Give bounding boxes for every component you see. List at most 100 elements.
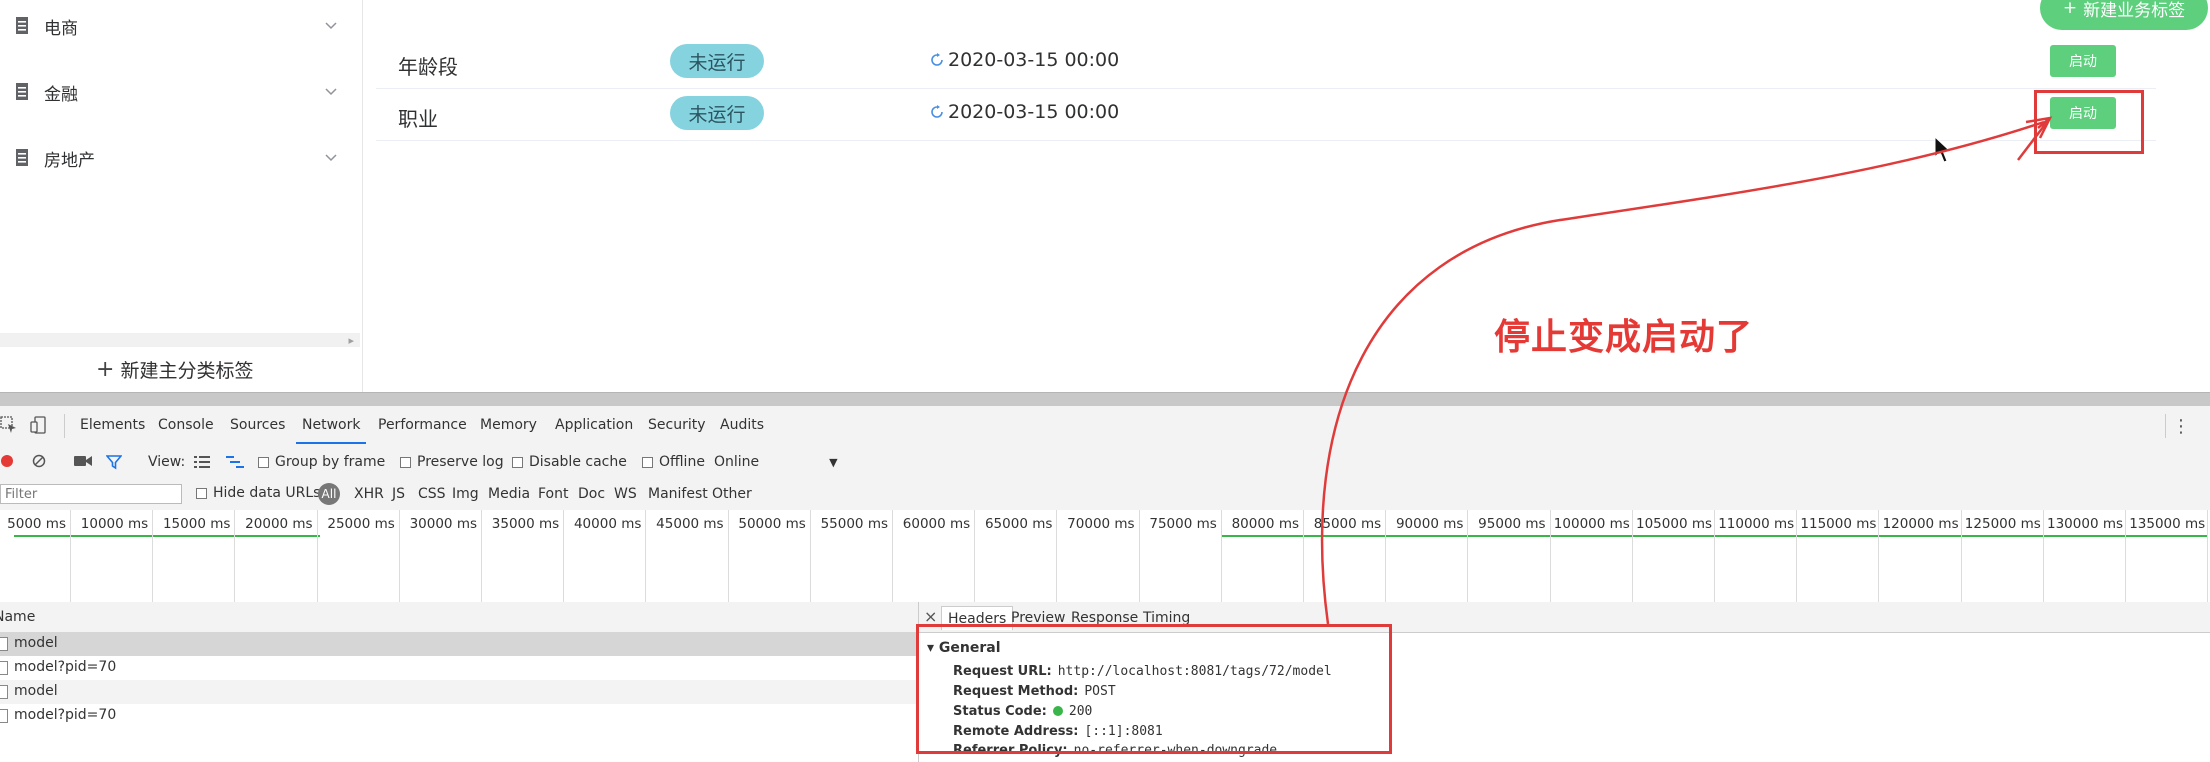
filter-icon[interactable] (106, 454, 122, 470)
filter-type-all[interactable]: All (318, 483, 340, 505)
timeline-activity-bar (1222, 535, 2208, 537)
file-icon (0, 685, 8, 699)
request-row[interactable]: model (0, 632, 918, 656)
timeline-tick-line (1467, 510, 1469, 602)
chevron-down-icon (325, 88, 337, 96)
tab-memory[interactable]: Memory (480, 417, 537, 433)
preserve-log-checkbox[interactable]: Preserve log (400, 454, 504, 470)
checkbox-box[interactable] (642, 456, 653, 468)
timeline-tick-line (2207, 510, 2209, 602)
toolbar-divider (2165, 414, 2166, 438)
more-options-icon[interactable]: ⋮ (2172, 416, 2190, 437)
document-icon (16, 83, 28, 100)
sidebar-item-label: 房地产 (44, 150, 95, 171)
tab-elements[interactable]: Elements (80, 417, 145, 433)
column-name-header[interactable]: Name (0, 609, 35, 625)
tab-security[interactable]: Security (648, 417, 706, 433)
file-icon (0, 661, 8, 675)
timeline-tick-line (398, 510, 400, 602)
filter-type-img[interactable]: Img (452, 486, 479, 502)
table-row: 职业 未运行 2020-03-15 00:00 启动 (376, 88, 2156, 141)
group-by-frame-checkbox[interactable]: Group by frame (258, 454, 385, 470)
hide-data-urls-checkbox[interactable]: Hide data URLs (196, 485, 320, 501)
timeline-tick-label: 135000 ms (2129, 516, 2206, 532)
request-list-header: Name (0, 602, 918, 633)
filter-type-js[interactable]: JS (392, 486, 405, 502)
timeline-tick-line (152, 510, 154, 602)
network-overview-timeline[interactable]: 5000 ms 10000 ms 15000 ms 20000 ms 25000 ms 3… (0, 510, 2210, 603)
plus-icon: + (96, 356, 115, 382)
timeline-tick-label: 65000 ms (984, 516, 1053, 532)
timeline-tick-label: 20000 ms (245, 516, 313, 532)
checkbox-box[interactable] (196, 487, 207, 499)
request-row[interactable]: model (0, 680, 918, 704)
filter-type-ws[interactable]: WS (614, 486, 637, 502)
mouse-cursor-icon (1934, 136, 1952, 163)
main-content: + 新建业务标签 年龄段 未运行 2020-03-15 00:00 启动 职业 … (362, 0, 2210, 392)
new-business-tag-label: 新建业务标签 (2083, 0, 2186, 21)
table-row: 年龄段 未运行 2020-03-15 00:00 启动 (376, 36, 2156, 89)
timeline-tick-label: 110000 ms (1718, 516, 1795, 532)
annotation-highlight-start-button (2034, 90, 2144, 154)
filter-type-doc[interactable]: Doc (578, 486, 605, 502)
tab-application[interactable]: Application (555, 417, 633, 433)
device-toolbar-icon[interactable] (30, 416, 48, 434)
timeline-tick-line (316, 510, 318, 602)
file-icon (0, 709, 8, 723)
document-icon (16, 17, 28, 34)
app-window: 电商 金融 房地产 ▸ + 新建主分类标签 + 新建业务标签 年龄段 未运行 2… (0, 0, 2210, 392)
checkbox-box[interactable] (258, 456, 269, 468)
new-main-category-button[interactable]: + 新建主分类标签 (96, 356, 253, 383)
network-toolbar: View: Group by frame Preserve log Disabl… (0, 446, 2210, 479)
offline-checkbox[interactable]: Offline (642, 454, 705, 470)
timeline-tick-line (809, 510, 811, 602)
devtools-resizer[interactable] (0, 392, 2210, 406)
scroll-right-icon[interactable]: ▸ (348, 334, 354, 347)
request-name: model?pid=70 (14, 659, 117, 675)
timeline-tick-label: 10000 ms (80, 516, 149, 532)
filter-type-css[interactable]: CSS (418, 486, 446, 502)
start-button[interactable]: 启动 (2050, 45, 2116, 77)
throttling-select[interactable]: Online ▼ (714, 454, 838, 470)
filter-type-xhr[interactable]: XHR (354, 486, 384, 502)
clear-icon[interactable] (32, 454, 46, 468)
new-main-category-label: 新建主分类标签 (120, 360, 254, 382)
tab-network[interactable]: Network (295, 417, 367, 444)
timeline-tick-label: 125000 ms (1964, 516, 2041, 532)
timeline-tick-label: 35000 ms (491, 516, 560, 532)
checkbox-box[interactable] (400, 456, 411, 468)
disable-cache-checkbox[interactable]: Disable cache (512, 454, 627, 470)
record-icon[interactable] (0, 454, 14, 468)
checkbox-box[interactable] (512, 456, 523, 468)
dropdown-arrow-icon: ▼ (829, 455, 838, 469)
filter-type-other[interactable]: Other (712, 486, 752, 502)
filter-input[interactable] (0, 484, 182, 504)
tab-performance[interactable]: Performance (378, 417, 467, 433)
filter-type-manifest[interactable]: Manifest (648, 486, 708, 502)
sidebar-scrollbar[interactable]: ▸ (0, 333, 360, 347)
timeline-tick-label: 130000 ms (2047, 516, 2124, 532)
large-rows-icon[interactable] (194, 455, 210, 469)
filter-type-font[interactable]: Font (538, 486, 568, 502)
camera-icon[interactable] (74, 455, 92, 467)
filter-type-media[interactable]: Media (488, 486, 530, 502)
refresh-icon (931, 105, 943, 118)
sidebar-item-ecommerce[interactable]: 电商 (0, 6, 350, 46)
schedule-time: 2020-03-15 00:00 (930, 49, 1119, 71)
file-icon (0, 637, 8, 651)
tab-audits[interactable]: Audits (720, 417, 764, 433)
timeline-tick-label: 15000 ms (162, 516, 231, 532)
tab-sources[interactable]: Sources (230, 417, 285, 433)
sidebar-item-finance[interactable]: 金融 (0, 72, 350, 112)
timeline-tick-label: 45000 ms (656, 516, 724, 532)
timeline-tick-line (1303, 510, 1304, 602)
request-row[interactable]: model?pid=70 (0, 704, 918, 728)
inspect-element-icon[interactable] (0, 416, 18, 434)
new-business-tag-button[interactable]: + 新建业务标签 (2040, 0, 2208, 30)
sidebar-item-real-estate[interactable]: 房地产 (0, 138, 350, 178)
waterfall-icon[interactable] (226, 455, 244, 469)
devtools-tab-bar: Elements Console Sources Network Perform… (0, 406, 2210, 447)
timeline-tick-line (1796, 510, 1798, 602)
request-row[interactable]: model?pid=70 (0, 656, 918, 680)
tab-console[interactable]: Console (158, 417, 214, 433)
